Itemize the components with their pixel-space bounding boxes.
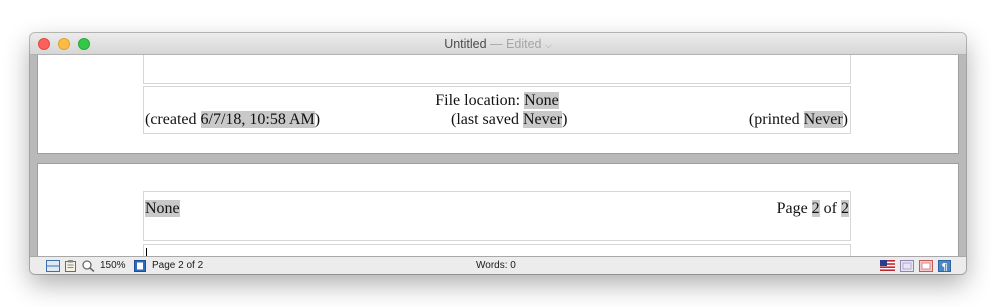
magnifier-icon[interactable] [82,260,95,274]
document-name: Untitled [444,37,487,51]
created-prefix: (created [145,111,201,128]
last-saved-field[interactable]: Never [522,111,563,128]
window-title[interactable]: Untitled — Edited ⌵ [30,37,966,52]
header-left-field[interactable]: None [145,200,180,217]
last-saved-line: (last saved Never) [451,110,567,129]
file-location-line: File location: None [144,91,850,110]
text-cursor [146,248,147,256]
word-count[interactable]: Words: 0 [476,257,516,274]
us-flag-icon[interactable] [880,260,895,274]
document-canvas[interactable]: File location: None (created 6/7/18, 10:… [30,55,966,256]
page-of: of [819,200,841,217]
created-date-field[interactable]: 6/7/18, 10:58 AM [200,111,315,128]
last-saved-prefix: (last saved [451,111,523,128]
svg-text:¶: ¶ [941,262,947,272]
app-window: Untitled — Edited ⌵ File location: None … [30,33,966,274]
zoom-level[interactable]: 150% [100,257,126,274]
page-total-field[interactable]: 2 [841,200,849,217]
page-2[interactable]: None Page 2 of 2 [38,164,958,256]
printed-field[interactable]: Never [803,111,843,128]
header-page-number: Page 2 of 2 [777,199,849,218]
document-properties-icon[interactable] [900,260,914,274]
title-separator: — [490,37,503,51]
page-2-header[interactable]: None Page 2 of 2 [143,191,851,241]
document-icon[interactable] [64,260,77,274]
page-indicator[interactable]: Page 2 of 2 [152,257,203,274]
file-location-field[interactable]: None [524,92,559,109]
invisibles-icon[interactable]: ¶ [938,260,951,274]
page-number-field[interactable]: 2 [811,200,820,217]
page-2-body[interactable] [143,244,851,256]
page-prefix: Page [776,200,812,217]
file-location-label: File location: [435,92,525,109]
last-saved-suffix: ) [562,111,568,128]
status-bar: 150% Page 2 of 2 Words: 0 ¶ [30,256,966,274]
created-line: (created 6/7/18, 10:58 AM) [145,110,320,129]
spelling-icon[interactable] [919,260,933,274]
edited-status: Edited [506,37,542,51]
header-left: None [145,199,180,218]
title-bar[interactable]: Untitled — Edited ⌵ [30,33,966,55]
page-1-footer[interactable]: File location: None (created 6/7/18, 10:… [143,86,851,134]
printed-line: (printed Never) [749,110,848,129]
printed-suffix: ) [842,111,848,128]
page-1[interactable]: File location: None (created 6/7/18, 10:… [38,55,958,153]
created-suffix: ) [314,111,321,128]
printed-prefix: (printed [748,111,804,128]
page-1-body[interactable] [143,55,851,84]
chevron-down-icon[interactable]: ⌵ [545,40,552,50]
page-icon[interactable] [134,260,146,274]
layout-view-icon[interactable] [46,260,60,274]
